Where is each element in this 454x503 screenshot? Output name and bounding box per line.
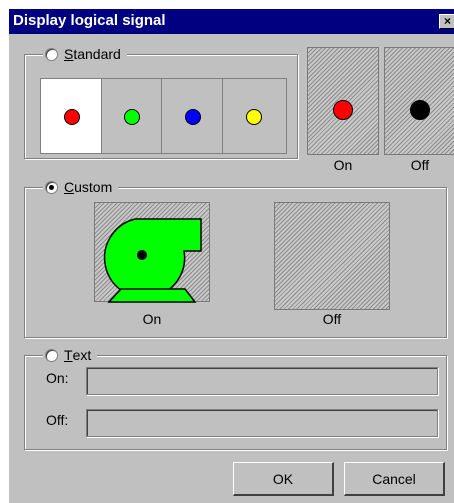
standard-swatch-row <box>40 78 287 154</box>
text-radio-button[interactable] <box>45 348 58 362</box>
standard-off-preview <box>384 47 454 155</box>
custom-off-caption: Off <box>322 311 342 327</box>
standard-radio[interactable]: Standard <box>43 46 127 62</box>
custom-off-preview[interactable] <box>274 202 390 310</box>
custom-mnemonic: C <box>64 179 75 195</box>
standard-mnemonic: S <box>64 46 74 62</box>
custom-radio[interactable]: Custom <box>43 179 119 195</box>
text-on-field[interactable] <box>86 367 438 395</box>
text-off-field[interactable] <box>86 409 438 437</box>
swatch-green[interactable] <box>101 79 162 153</box>
text-mnemonic: T <box>64 347 73 363</box>
green-dot-icon <box>124 109 140 125</box>
close-icon: × <box>443 14 451 28</box>
custom-label-rest: ustom <box>74 179 113 195</box>
text-radio[interactable]: Text <box>43 347 98 363</box>
cancel-button-label: Cancel <box>372 470 416 487</box>
blue-dot-icon <box>185 109 201 125</box>
text-label-rest: ext <box>72 347 92 363</box>
text-on-label: On: <box>46 370 69 386</box>
custom-radio-button[interactable] <box>45 180 58 194</box>
swatch-yellow[interactable] <box>223 79 283 153</box>
yellow-dot-icon <box>246 109 262 125</box>
pump-icon <box>103 218 202 303</box>
black-dot-icon <box>410 100 430 120</box>
standard-on-preview <box>307 47 379 155</box>
swatch-blue[interactable] <box>162 79 223 153</box>
ok-button[interactable]: OK <box>233 462 334 496</box>
red-dot-icon <box>64 109 80 125</box>
text-off-label: Off: <box>46 412 69 428</box>
ok-button-label: OK <box>272 470 294 487</box>
display-logical-signal-dialog: Display logical signal × Standard On Off <box>9 9 454 503</box>
swatch-red[interactable] <box>41 79 102 153</box>
dialog-title: Display logical signal <box>13 12 166 29</box>
custom-on-caption: On <box>142 311 162 327</box>
standard-label-rest: tandard <box>73 46 121 62</box>
standard-on-caption: On <box>333 157 353 173</box>
standard-radio-button[interactable] <box>45 47 58 61</box>
cancel-button[interactable]: Cancel <box>344 462 445 496</box>
close-button[interactable]: × <box>439 14 454 29</box>
standard-off-caption: Off <box>410 157 430 173</box>
red-dot-icon <box>333 100 353 120</box>
custom-on-preview[interactable] <box>94 202 210 303</box>
title-bar: Display logical signal × <box>9 9 454 34</box>
